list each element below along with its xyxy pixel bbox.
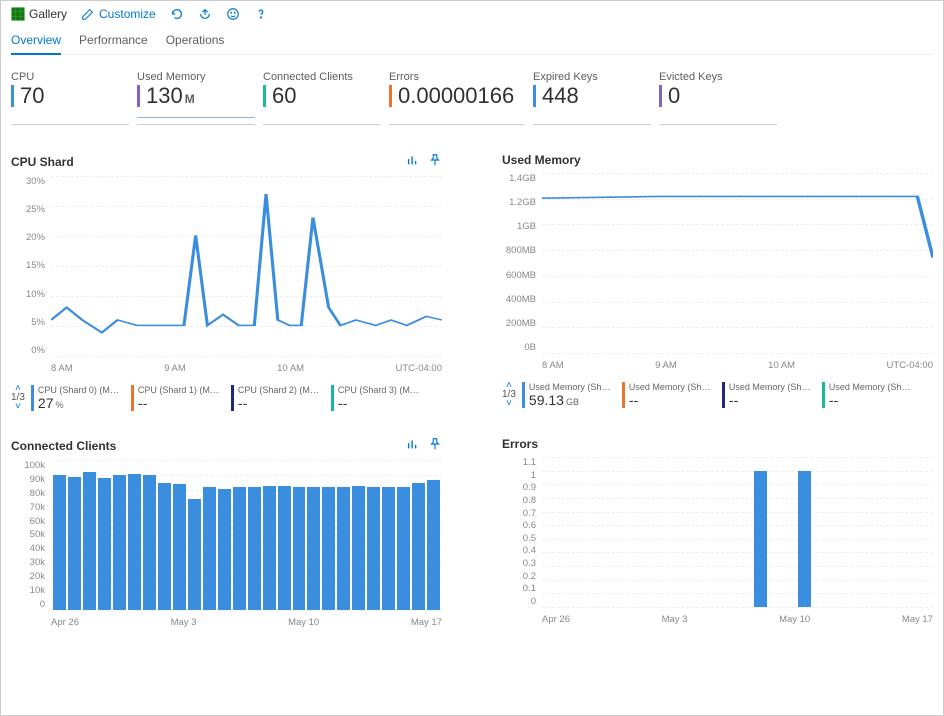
sparkline	[533, 111, 651, 125]
legend-item[interactable]: CPU (Shard 2) (Max)--	[231, 385, 321, 411]
legend-item[interactable]: Used Memory (Shard 0…59.13GB	[522, 382, 612, 408]
chart-title: CPU Shard	[11, 155, 74, 169]
chart-title: Connected Clients	[11, 439, 116, 453]
tile-value: 70	[20, 85, 44, 107]
tab-operations[interactable]: Operations	[166, 29, 225, 54]
sparkline	[11, 111, 129, 125]
summary-row: CPU 70 Used Memory 130M Connected Client…	[11, 69, 933, 127]
legend-item[interactable]: Used Memory (Shard 2…--	[722, 382, 812, 408]
summary-tile-evicted-keys[interactable]: Evicted Keys 0	[659, 69, 777, 127]
legend-item[interactable]: Used Memory (Shard 3…--	[822, 382, 912, 408]
summary-tile-connected-clients[interactable]: Connected Clients 60	[263, 69, 381, 127]
help-icon[interactable]	[254, 7, 268, 21]
sparkline	[659, 111, 777, 125]
legend-item[interactable]: CPU (Shard 1) (Max)--	[131, 385, 221, 411]
pin-icon[interactable]	[428, 437, 442, 454]
pin-icon[interactable]	[428, 153, 442, 170]
tile-value: 130	[146, 85, 183, 107]
legend-item[interactable]: CPU (Shard 3) (Max)--	[331, 385, 421, 411]
sparkline	[389, 111, 525, 125]
customize-button[interactable]: Customize	[81, 7, 156, 21]
chart-cpu-shard: CPU Shard 30%25%20%15%10%5%0% 8 AM9 AM10…	[11, 153, 442, 411]
tab-performance[interactable]: Performance	[79, 29, 148, 54]
tile-value: 0	[668, 85, 680, 107]
feedback-icon[interactable]	[226, 7, 240, 21]
gallery-label: Gallery	[29, 7, 67, 21]
summary-tile-used-memory[interactable]: Used Memory 130M	[137, 69, 255, 127]
chevron-down-icon[interactable]: ˅	[506, 399, 512, 408]
upload-icon[interactable]	[198, 7, 212, 21]
pivot-bar: Overview Performance Operations	[11, 29, 933, 55]
legend-item[interactable]: CPU (Shard 0) (Max)27%	[31, 385, 121, 411]
summary-tile-cpu[interactable]: CPU 70	[11, 69, 129, 127]
summary-tile-errors[interactable]: Errors 0.00000166	[389, 69, 525, 127]
tile-value: 0.00000166	[398, 85, 514, 107]
gallery-button[interactable]: Gallery	[11, 7, 67, 21]
sparkline	[263, 111, 381, 125]
tile-value: 60	[272, 85, 296, 107]
chart-title: Errors	[502, 437, 538, 451]
customize-label: Customize	[99, 7, 156, 21]
summary-tile-expired-keys[interactable]: Expired Keys 448	[533, 69, 651, 127]
legend-cpu: ˄ 1/3 ˅ CPU (Shard 0) (Max)27%CPU (Shard…	[11, 384, 442, 411]
legend-item[interactable]: Used Memory (Shard 2…--	[622, 382, 712, 408]
barpick-icon[interactable]	[406, 437, 420, 454]
chart-title: Used Memory	[502, 153, 581, 167]
chart-connected-clients: Connected Clients 100k90k80k70k60k50k40k…	[11, 437, 442, 630]
barpick-icon[interactable]	[406, 153, 420, 170]
refresh-icon[interactable]	[170, 7, 184, 21]
toolbar: Gallery Customize	[11, 7, 933, 25]
tab-overview[interactable]: Overview	[11, 29, 61, 55]
chevron-down-icon[interactable]: ˅	[15, 402, 21, 411]
chart-errors: Errors 1.110.90.80.70.60.50.40.30.20.10 …	[502, 437, 933, 630]
sparkline	[137, 111, 255, 125]
legend-memory: ˄ 1/3 ˅ Used Memory (Shard 0…59.13GBUsed…	[502, 381, 933, 408]
chart-used-memory: Used Memory 1.4GB1.2GB1GB800MB600MB400MB…	[502, 153, 933, 411]
tile-value: 448	[542, 85, 579, 107]
